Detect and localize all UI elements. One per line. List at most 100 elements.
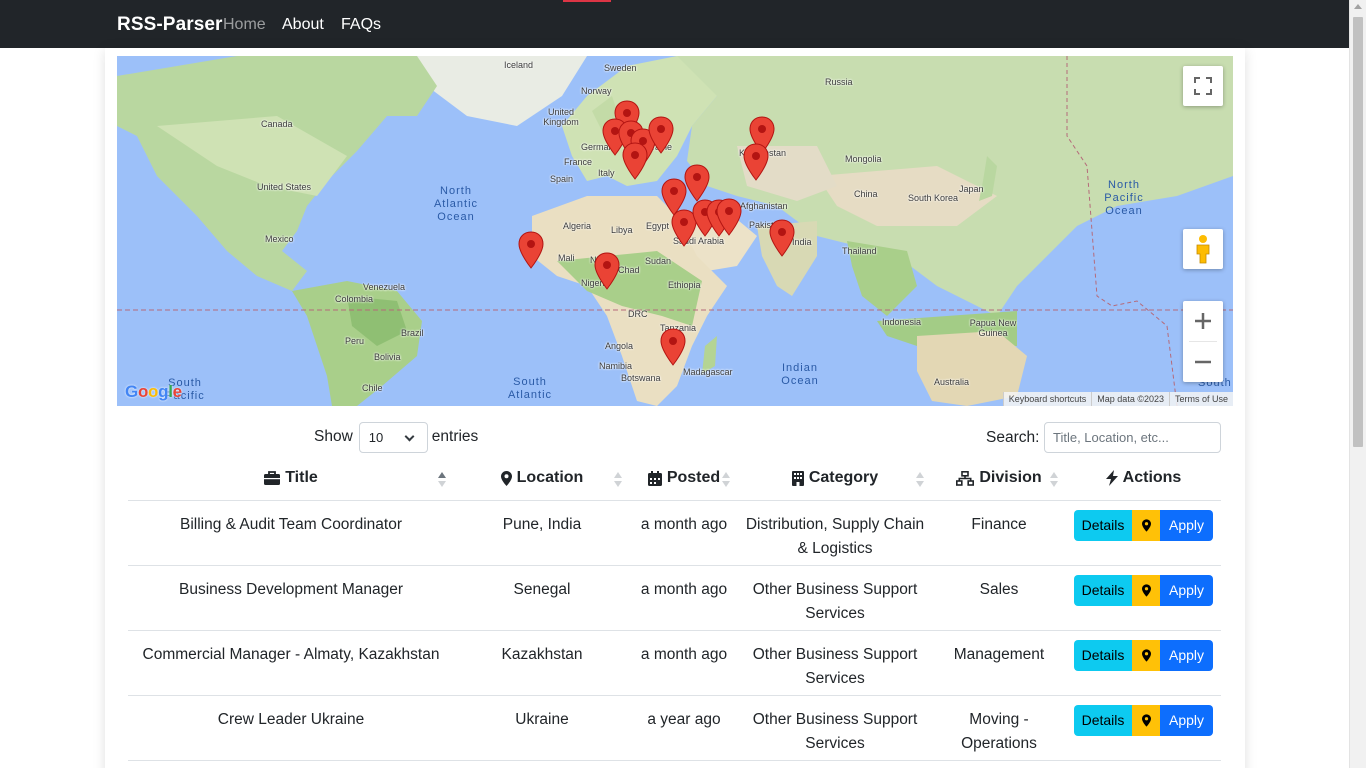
details-button[interactable]: Details [1074,574,1132,606]
cell-division: Sales [932,565,1066,631]
cell-posted: a year ago [630,695,738,761]
cell-category: Other Business Support Services [738,695,932,761]
header-division[interactable]: Division [932,460,1066,501]
search-label: Search: [986,429,1040,446]
nav-faqs-link[interactable]: FAQs [341,16,381,34]
map-label-china: China [854,189,878,199]
location-pin-icon [1141,648,1151,662]
zoom-out-button[interactable] [1183,342,1223,382]
zoom-control [1183,301,1223,382]
cell-actions: Details Apply [1066,630,1221,696]
map-label-botswana: Botswana [621,373,661,383]
apply-button[interactable]: Apply [1160,509,1213,541]
apply-button[interactable]: Apply [1160,639,1213,671]
sitemap-icon [956,470,975,486]
scroll-thumb[interactable] [1353,17,1363,447]
header-category[interactable]: Category [738,460,932,501]
cell-location: Kazakhstan [454,630,630,696]
map-marker-ukraine[interactable] [647,116,675,154]
show-on-map-button[interactable] [1132,639,1160,671]
sort-asc-icon [438,472,446,488]
map-marker-europe-5[interactable] [621,142,649,180]
map-marker-nigeria[interactable] [593,252,621,290]
map-label-mexico: Mexico [265,234,294,244]
header-division-label: Division [979,469,1042,486]
header-actions: Actions [1066,460,1221,501]
cell-title: Commercial Manager - Almaty, Kazakhstan [128,630,454,696]
location-pin-icon [1141,713,1151,727]
show-label: Show [314,428,353,445]
map-label-uk: United Kingdom [543,107,579,127]
map-label-north-pacific: North Pacific Ocean [1104,179,1144,217]
page-length-control: Show 10 entries [314,421,478,453]
street-view-button[interactable] [1183,229,1223,269]
jobs-table: Title Location Posted Category Division … [128,460,1221,761]
show-on-map-button[interactable] [1132,704,1160,736]
zoom-in-button[interactable] [1183,301,1223,341]
header-posted-label: Posted [666,469,721,486]
map-label-papua-new-guinea: Papua New Guinea [969,318,1017,338]
bolt-icon [1105,469,1118,486]
map-marker-mozambique[interactable] [659,328,687,366]
terms-of-use-link[interactable]: Terms of Use [1168,392,1233,406]
show-on-map-button[interactable] [1132,574,1160,606]
map-label-thailand: Thailand [842,246,877,256]
cell-title: Business Development Manager [128,565,454,631]
details-button[interactable]: Details [1074,509,1132,541]
table-row: Billing & Audit Team Coordinator Pune, I… [128,500,1221,566]
entries-select[interactable]: 10 [358,421,428,453]
details-button[interactable]: Details [1074,704,1132,736]
header-actions-label: Actions [1122,468,1182,486]
map-label-brazil: Brazil [401,328,424,338]
briefcase-icon [264,471,281,486]
map-label-united-states: United States [257,182,312,192]
map-label-south-atlantic: South Atlantic [507,376,553,401]
jobs-map[interactable]: Iceland Sweden Norway Russia United King… [117,56,1233,406]
map-label-australia: Australia [934,377,970,387]
map-label-namibia: Namibia [599,361,633,371]
page-scrollbar[interactable] [1349,0,1366,768]
map-marker-almaty[interactable] [742,143,770,181]
map-label-ethiopia: Ethiopia [668,280,701,290]
location-pin-icon [1141,583,1151,597]
brand-logo[interactable]: RSS-Parser [117,14,223,36]
cell-category: Other Business Support Services [738,630,932,696]
map-attribution: Keyboard shortcuts Map data ©2023 Terms … [1002,392,1233,406]
map-label-france: France [564,157,593,167]
cell-actions: Details Apply [1066,565,1221,631]
cell-division: Moving - Operations [932,695,1066,761]
location-pin-icon [500,470,512,486]
map-label-indian-ocean: Indian Ocean [781,362,819,387]
google-logo[interactable]: Google [125,382,182,402]
table-header-row: Title Location Posted Category Division … [128,460,1221,501]
cell-actions: Details Apply [1066,695,1221,761]
header-title[interactable]: Title [128,460,454,501]
map-label-norway: Norway [581,86,612,96]
details-button[interactable]: Details [1074,639,1132,671]
map-label-drc: DRC [628,309,648,319]
keyboard-shortcuts-link[interactable]: Keyboard shortcuts [1002,392,1092,406]
scroll-up-arrow-icon[interactable] [1354,4,1362,9]
sort-icon [916,472,924,488]
cell-actions: Details Apply [1066,500,1221,566]
header-posted[interactable]: Posted [630,460,738,501]
map-marker-india[interactable] [768,219,796,257]
apply-button[interactable]: Apply [1160,704,1213,736]
header-location[interactable]: Location [454,460,630,501]
nav-home-link[interactable]: Home [223,16,266,34]
header-title-label: Title [285,469,318,487]
map-label-sudan: Sudan [645,256,672,266]
nav-about-link[interactable]: About [282,16,324,34]
map-marker-gulf-3[interactable] [715,198,743,236]
cell-location: Ukraine [454,695,630,761]
map-marker-senegal[interactable] [517,231,545,269]
map-label-japan: Japan [959,184,984,194]
map-label-south-korea: South Korea [908,193,959,203]
show-on-map-button[interactable] [1132,509,1160,541]
search-input[interactable] [1044,422,1221,453]
sort-icon [614,472,622,488]
pegman-icon [1196,235,1210,264]
fullscreen-button[interactable] [1183,66,1223,106]
apply-button[interactable]: Apply [1160,574,1213,606]
action-button-group: Details Apply [1074,704,1213,736]
